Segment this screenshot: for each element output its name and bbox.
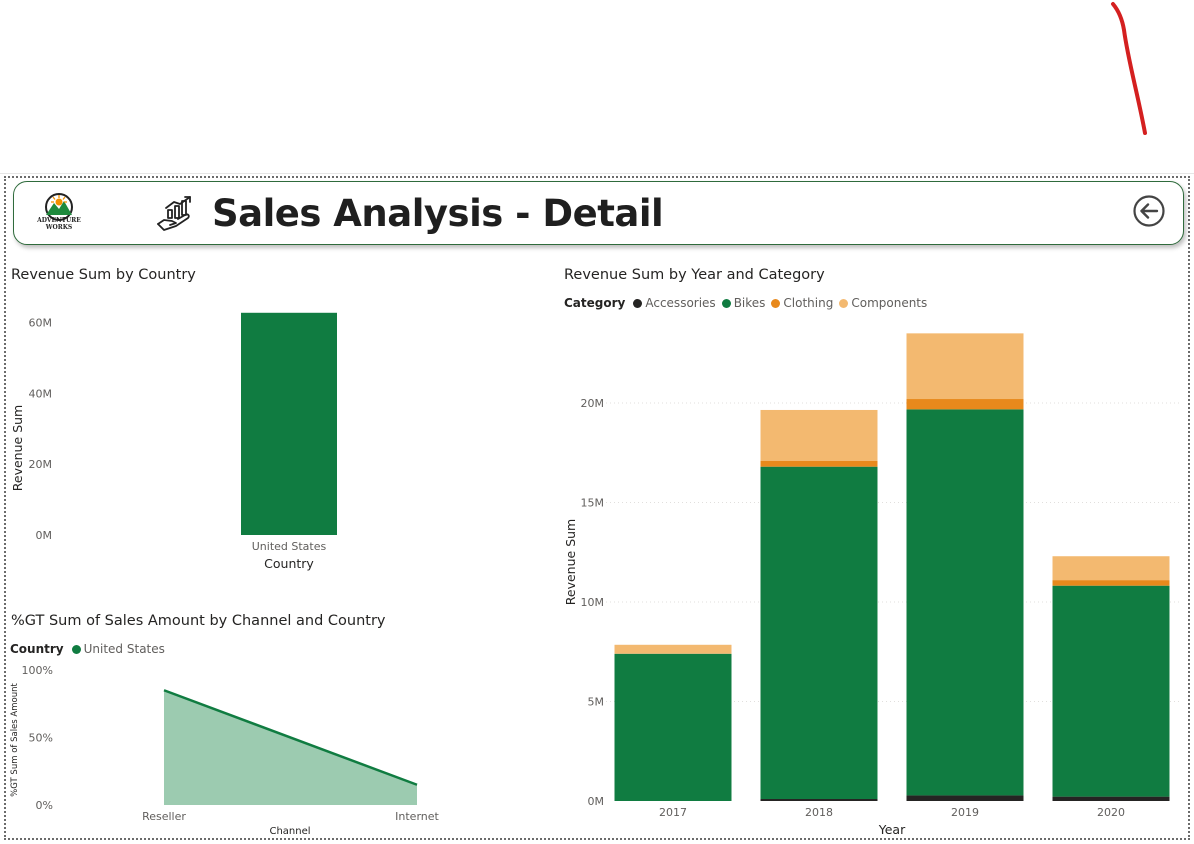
y-tick-label: 60M xyxy=(29,317,53,330)
x-tick-label: 2019 xyxy=(951,806,979,819)
bar-segment-accessories-2019 xyxy=(906,795,1024,801)
ink-stroke xyxy=(1111,2,1147,135)
area-fill-united-states xyxy=(164,690,417,805)
y-tick-label: 20M xyxy=(581,397,605,410)
y-tick-label: 50% xyxy=(29,732,53,745)
y-tick-label: 15M xyxy=(581,497,605,510)
divider xyxy=(0,173,1194,174)
legend-item-bikes[interactable]: Bikes xyxy=(720,296,766,310)
bar-segment-bikes-2018 xyxy=(760,466,878,800)
legend-label: Clothing xyxy=(783,296,834,310)
legend-dot xyxy=(71,644,81,654)
year-category-chart-title: Revenue Sum by Year and Category xyxy=(564,267,825,283)
bar-segment-accessories-2020 xyxy=(1052,796,1170,801)
bar-segment-components-2019 xyxy=(906,333,1024,400)
legend-item-components[interactable]: Components xyxy=(837,296,927,310)
bar-segment-clothing-2018 xyxy=(760,460,878,467)
bar-segment-components-2020 xyxy=(1052,556,1170,581)
y-tick-label: 0% xyxy=(36,799,53,812)
x-axis-title: Country xyxy=(264,556,314,571)
bar-segment-clothing-2020 xyxy=(1052,580,1170,586)
y-tick-label: 20M xyxy=(29,458,53,471)
bar-segment-components-2018 xyxy=(760,409,878,461)
bar-united-states xyxy=(241,312,337,535)
legend-title: Category xyxy=(564,296,626,310)
y-axis-title: Revenue Sum xyxy=(563,519,578,605)
x-tick-label: Internet xyxy=(395,810,439,823)
x-axis-title: Channel xyxy=(269,826,310,837)
x-tick-label: 2020 xyxy=(1097,806,1125,819)
legend-label: Bikes xyxy=(733,296,766,310)
revenue-by-country-chart[interactable]: 0M 20M 40M 60M Revenue Sum United States Count… xyxy=(0,290,540,590)
y-axis-title: Revenue Sum xyxy=(10,405,25,491)
legend-dot xyxy=(721,298,731,308)
y-tick-label: 0M xyxy=(588,795,605,808)
x-tick-label: United States xyxy=(252,540,327,553)
legend-label: Accessories xyxy=(645,296,716,310)
bar-segment-clothing-2019 xyxy=(906,399,1024,410)
legend-item-accessories[interactable]: Accessories xyxy=(631,296,716,310)
legend-item-clothing[interactable]: Clothing xyxy=(769,296,833,310)
x-tick-label: 2017 xyxy=(659,806,687,819)
x-tick-label: Reseller xyxy=(142,810,186,823)
legend-dot xyxy=(839,298,849,308)
legend-dot xyxy=(633,298,643,308)
legend-title: Country xyxy=(10,642,64,656)
back-arrow-circle-icon[interactable] xyxy=(1133,195,1165,227)
category-legend: Category Accessories Bikes Clothing Comp… xyxy=(564,296,931,310)
logo-text-line2: WORKS xyxy=(45,224,73,231)
gt-sales-by-channel-chart[interactable]: 0% 50% 100%%GT Sum of Sales Amount Reseller… xyxy=(0,655,540,840)
bar-segment-components-2017 xyxy=(614,644,732,654)
page-title: Sales Analysis - Detail xyxy=(212,192,664,235)
logo-text-line1: ADVENTURE xyxy=(37,217,81,224)
y-tick-label: 40M xyxy=(29,387,53,400)
y-tick-label: 0M xyxy=(36,529,53,542)
y-tick-label: 100% xyxy=(22,664,53,677)
y-tick-label: 5M xyxy=(588,696,605,709)
bar-segment-bikes-2020 xyxy=(1052,585,1170,797)
x-axis-title: Year xyxy=(878,822,906,837)
bar-segment-bikes-2019 xyxy=(906,409,1024,796)
legend-label: United States xyxy=(83,642,165,656)
y-tick-label: 10M xyxy=(581,596,605,609)
legend-label: Components xyxy=(851,296,928,310)
legend-item[interactable]: United States xyxy=(70,642,165,656)
bar-segment-accessories-2018 xyxy=(760,799,878,801)
y-axis-title: %GT Sum of Sales Amount xyxy=(10,683,20,797)
channel-chart-legend: Country United States xyxy=(10,642,169,656)
header-banner: ADVENTURE WORKS Sales Analysis - Detail xyxy=(13,181,1184,245)
logo-text: ADVENTURE WORKS xyxy=(36,217,82,231)
country-chart-title: Revenue Sum by Country xyxy=(11,267,196,283)
revenue-by-year-category-chart[interactable]: 0M 5M 10M 15M 20M Revenue Sum 2017 2018 2019 2020… xyxy=(556,320,1186,840)
canvas-top-area xyxy=(0,0,1194,172)
bar-segment-bikes-2017 xyxy=(614,653,732,801)
adventure-works-logo: ADVENTURE WORKS xyxy=(36,191,82,235)
x-tick-label: 2018 xyxy=(805,806,833,819)
channel-chart-title: %GT Sum of Sales Amount by Channel and C… xyxy=(11,613,386,629)
growth-chart-hand-icon xyxy=(157,196,191,231)
legend-dot xyxy=(771,298,781,308)
